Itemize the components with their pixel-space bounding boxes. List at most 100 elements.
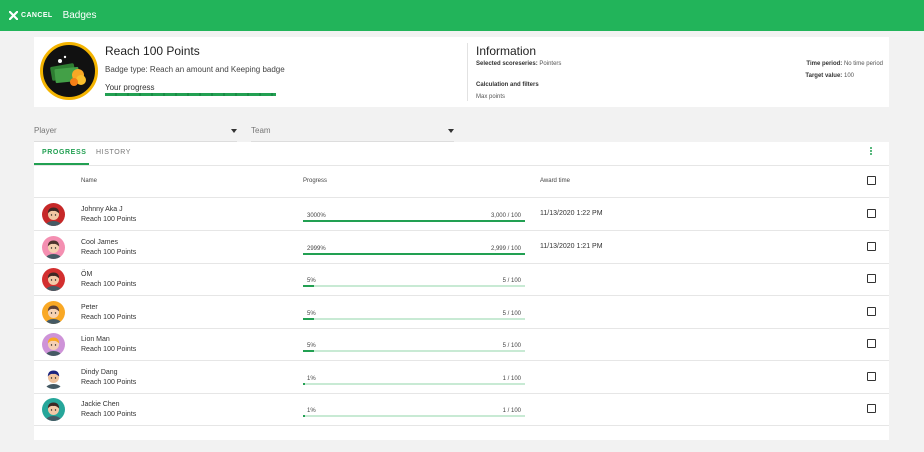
progress-bar: [303, 350, 525, 352]
progress-percent: 1%: [307, 375, 316, 382]
row-checkbox[interactable]: [867, 371, 876, 381]
row-checkbox[interactable]: [867, 241, 876, 251]
badge-name: Reach 100 Points: [81, 313, 137, 321]
progress-bar-fill: [303, 252, 525, 255]
player-name: ÖM: [81, 271, 93, 278]
table-row[interactable]: Johnny Aka J Reach 100 Points 3000% 3,00…: [34, 198, 889, 231]
progress-percent: 3000%: [307, 213, 326, 219]
progress-count: 2,999 / 100: [490, 245, 521, 252]
badge-money-icon: [40, 42, 98, 100]
progress-bar: [303, 220, 525, 222]
player-filter-select[interactable]: Player: [34, 126, 237, 142]
progress-bar: [303, 415, 525, 417]
row-checkbox[interactable]: [867, 404, 876, 413]
top-app-bar: CANCEL Badges: [0, 0, 924, 31]
progress-percent: 1%: [307, 408, 316, 414]
your-progress-label: Your progress: [105, 83, 155, 92]
player-name: Peter: [81, 303, 98, 311]
scoreseries-value: Pointers: [539, 61, 562, 67]
avatar: [42, 203, 65, 226]
avatar: [42, 235, 65, 259]
progress-bar-fill: [303, 220, 525, 222]
progress-bar-fill: [303, 350, 315, 352]
progress-count: 1 / 100: [502, 375, 521, 382]
avatar: [42, 333, 65, 356]
avatar: [42, 365, 65, 389]
more-options-icon[interactable]: [869, 147, 873, 157]
player-name: Johnny Aka J: [81, 206, 123, 213]
progress-bar-fill: [303, 415, 306, 417]
team-filter-label: Team: [251, 126, 271, 135]
target-value-info: Target value: 100: [805, 73, 854, 79]
progress-percent: 5%: [307, 278, 316, 284]
player-name: Lion Man: [81, 336, 110, 343]
table-row[interactable]: Jackie Chen Reach 100 Points 1% 1 / 100: [34, 393, 889, 426]
target-value: 100: [843, 73, 854, 79]
player-name: Cool James: [81, 238, 118, 246]
time-period-label: Time period:: [806, 61, 843, 67]
row-checkbox[interactable]: [867, 339, 876, 348]
page-title: Badges: [62, 10, 97, 21]
table-row[interactable]: Peter Reach 100 Points 5% 5 / 100: [34, 296, 889, 329]
column-header-name[interactable]: Name: [81, 178, 97, 184]
column-header-award-time[interactable]: Award time: [540, 178, 570, 184]
caret-down-icon: [231, 129, 237, 133]
cancel-label: CANCEL: [21, 12, 53, 19]
avatar: [42, 300, 65, 324]
column-header-progress[interactable]: Progress: [303, 178, 327, 184]
badge-name: Reach 100 Points: [81, 248, 137, 256]
progress-percent: 5%: [307, 310, 316, 317]
table-row[interactable]: ÖM Reach 100 Points 5% 5 / 100: [34, 263, 889, 296]
award-time: 11/13/2020 1:22 PM: [540, 210, 603, 217]
close-icon: [9, 11, 18, 20]
scoreseries-info: Selected scoreseries: Pointers: [476, 61, 561, 67]
time-period-value: No time period: [843, 61, 883, 67]
time-period-info: Time period: No time period: [806, 61, 883, 67]
progress-percent: 2999%: [307, 245, 326, 252]
badge-name: Reach 100 Points: [81, 378, 137, 386]
row-checkbox[interactable]: [867, 274, 876, 283]
select-all-checkbox[interactable]: [867, 176, 876, 185]
row-checkbox[interactable]: [867, 209, 876, 218]
player-filter-label: Player: [34, 126, 57, 135]
progress-count: 3,000 / 100: [490, 213, 521, 219]
progress-count: 1 / 100: [502, 408, 521, 414]
calc-filters-label: Calculation and filters: [476, 82, 539, 88]
team-filter-select[interactable]: Team: [251, 126, 454, 142]
avatar: [42, 268, 65, 291]
tabs-divider: [34, 165, 889, 166]
table-row[interactable]: Dindy Dang Reach 100 Points 1% 1 / 100: [34, 361, 889, 394]
row-checkbox[interactable]: [867, 306, 876, 316]
divider: [467, 43, 468, 101]
table-row[interactable]: Cool James Reach 100 Points 2999% 2,999 …: [34, 231, 889, 264]
progress-bar-fill: [303, 382, 306, 385]
player-name: Jackie Chen: [81, 401, 120, 408]
progress-count: 5 / 100: [502, 343, 521, 349]
progress-table-card: PROGRESS HISTORY Name Progress Award tim…: [34, 142, 889, 440]
progress-bar: [303, 382, 525, 385]
progress-count: 5 / 100: [502, 278, 521, 284]
progress-bar: [303, 252, 525, 255]
progress-bar-fill: [303, 285, 315, 287]
progress-bar: [303, 317, 525, 320]
caret-down-icon: [448, 129, 454, 133]
calc-filters-value: Max points: [476, 94, 506, 100]
table-row[interactable]: Lion Man Reach 100 Points 5% 5 / 100: [34, 328, 889, 361]
your-progress-bar: [105, 93, 276, 96]
cancel-button[interactable]: CANCEL: [9, 11, 53, 20]
player-name: Dindy Dang: [81, 368, 118, 376]
badge-name: Reach 100 Points: [81, 411, 137, 418]
badge-type: Badge type: Reach an amount and Keeping …: [105, 65, 285, 74]
information-title: Information: [476, 44, 537, 58]
award-time: 11/13/2020 1:21 PM: [540, 242, 603, 250]
target-value-label: Target value:: [805, 73, 843, 79]
badge-name: Reach 100 Points: [81, 346, 137, 353]
tab-progress[interactable]: PROGRESS: [42, 149, 86, 156]
progress-percent: 5%: [307, 343, 316, 349]
badge-name: Reach 100 Points: [81, 281, 137, 288]
progress-count: 5 / 100: [502, 310, 521, 317]
badge-title: Reach 100 Points: [105, 44, 200, 58]
progress-bar: [303, 285, 525, 287]
avatar: [42, 398, 65, 421]
tab-history[interactable]: HISTORY: [96, 149, 131, 156]
